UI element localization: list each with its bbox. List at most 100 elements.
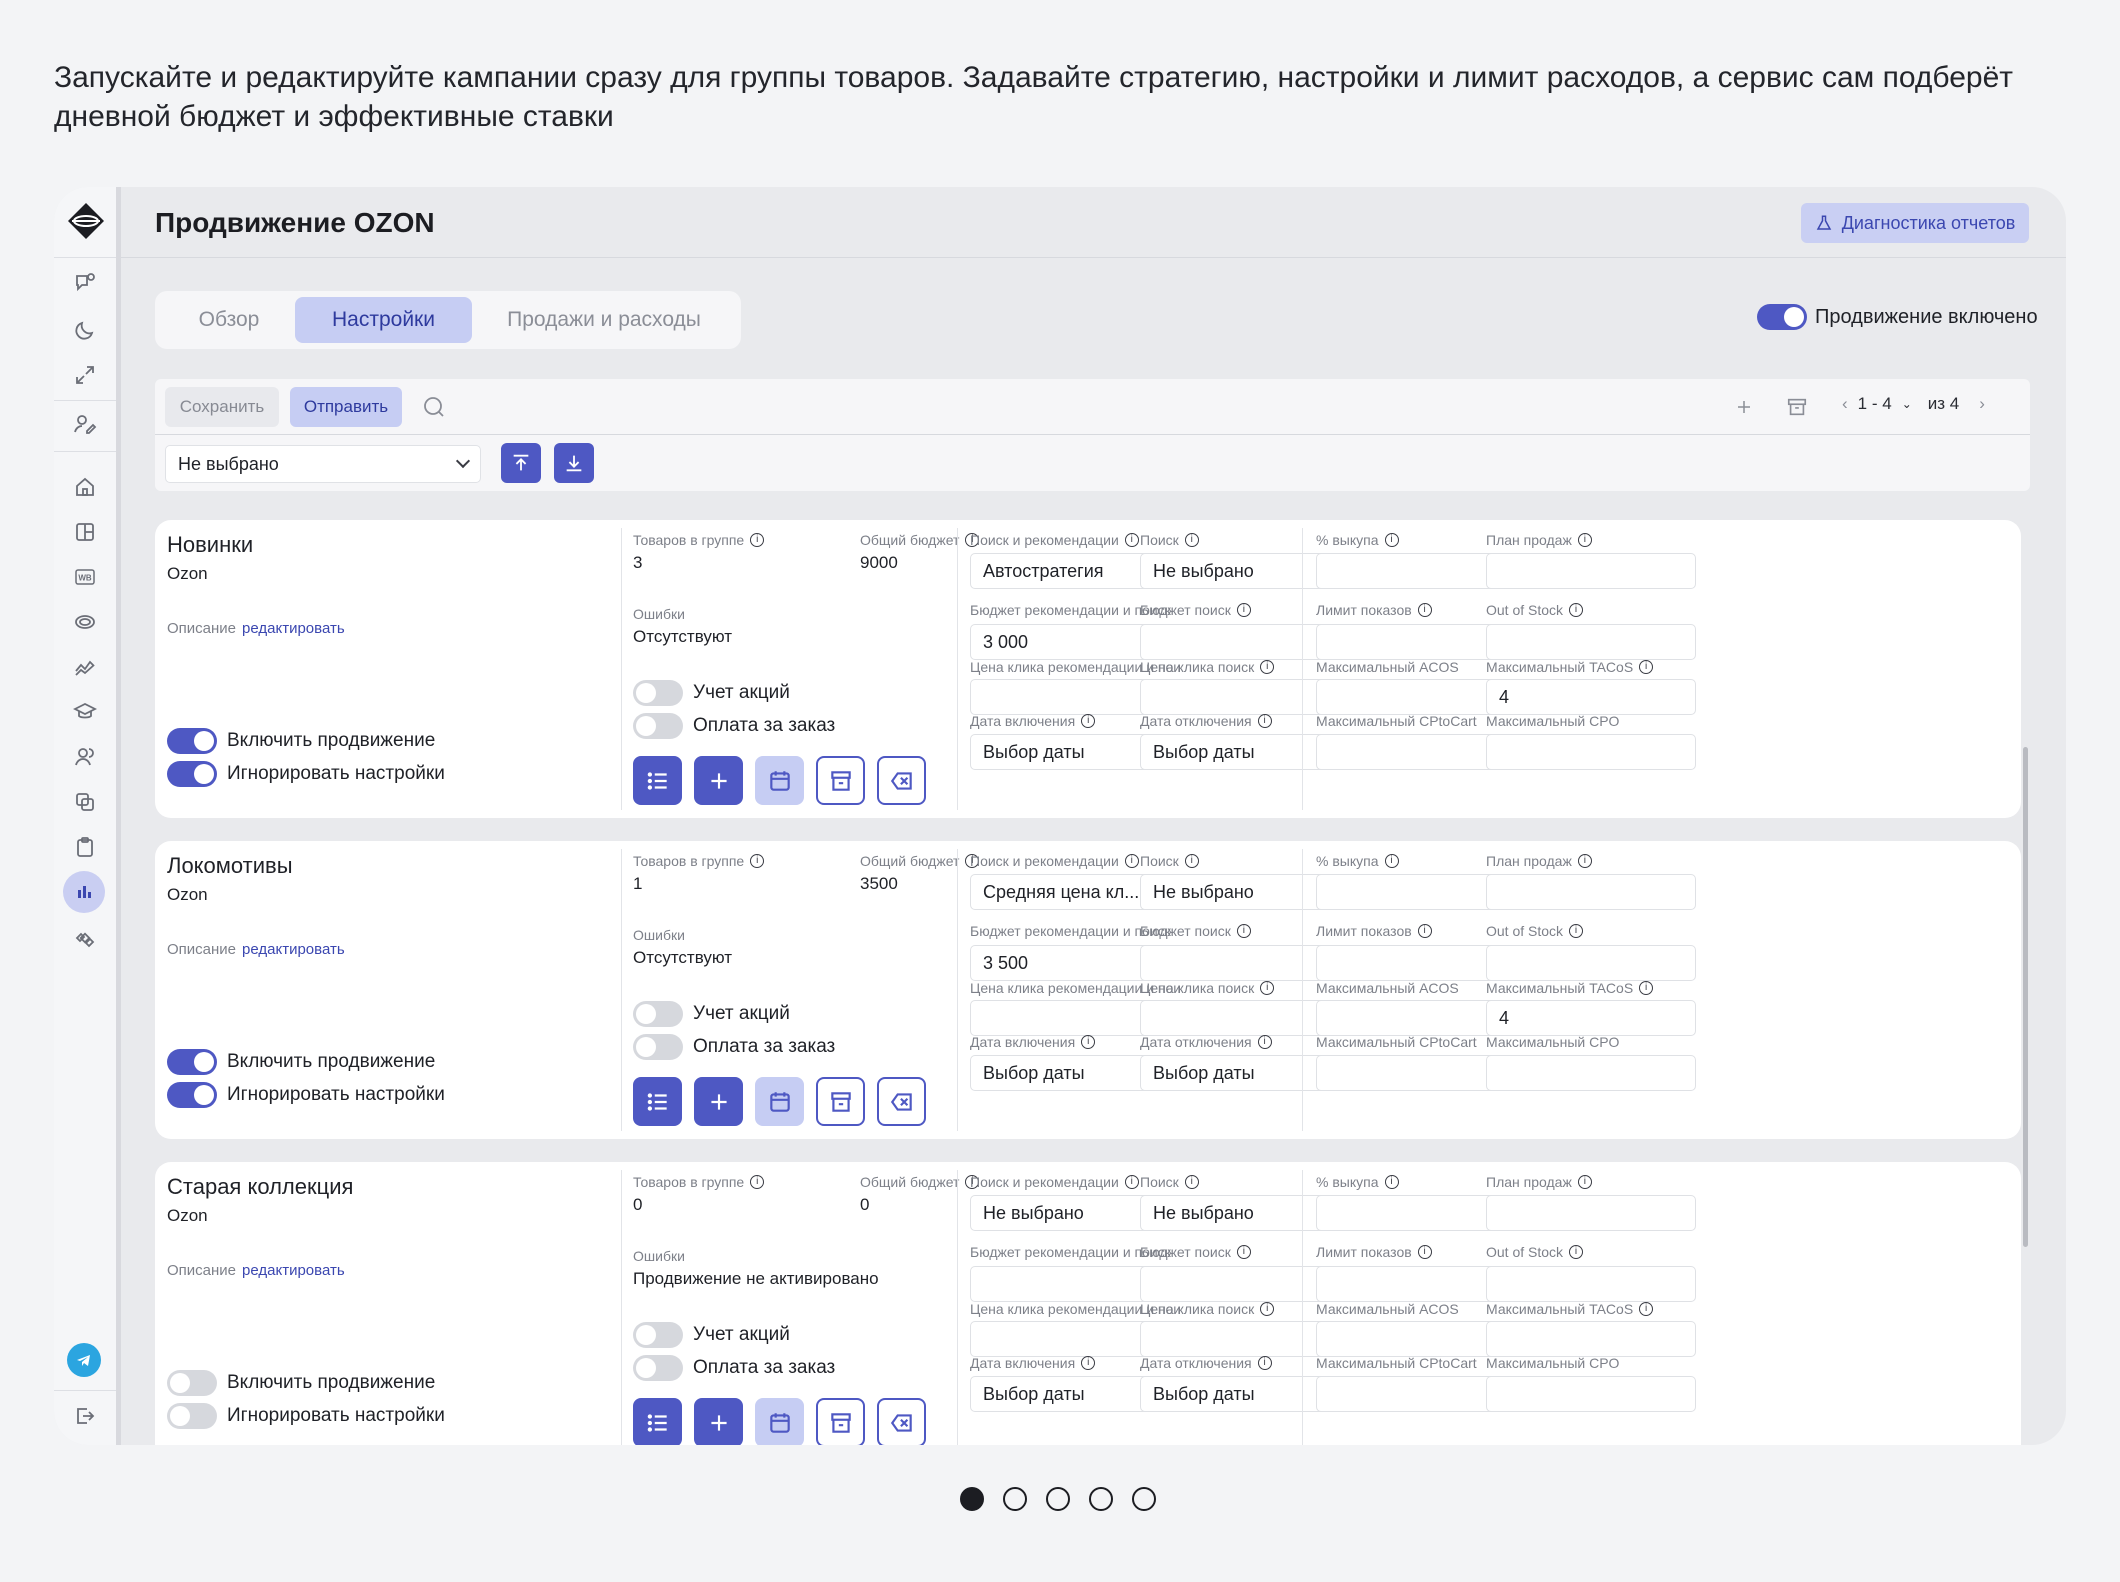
out-of-stock-input[interactable] [1486, 945, 1696, 981]
user-edit-icon[interactable] [70, 409, 100, 439]
calendar-button[interactable] [755, 1077, 804, 1126]
logout-icon[interactable] [70, 1401, 100, 1431]
list-button[interactable] [633, 1077, 682, 1126]
pay-per-order-switch[interactable] [633, 713, 683, 739]
info-icon[interactable]: i [1124, 533, 1139, 547]
info-icon[interactable]: i [1260, 660, 1275, 674]
copy-icon[interactable] [70, 787, 100, 817]
info-icon[interactable]: i [750, 533, 765, 547]
ignore-settings-toggle[interactable]: Игнорировать настройки [167, 1403, 445, 1429]
info-icon[interactable]: i [1577, 533, 1592, 547]
tab-overview[interactable]: Обзор [167, 297, 291, 343]
enable-promo-toggle[interactable]: Включить продвижение [167, 1049, 435, 1075]
info-icon[interactable]: i [1639, 1302, 1654, 1316]
pager-dropdown-icon[interactable]: ⌄ [1902, 397, 1912, 411]
max-cpo-input[interactable] [1486, 734, 1696, 770]
sales-plan-input[interactable] [1486, 874, 1696, 910]
list-button[interactable] [633, 1398, 682, 1445]
edit-description-link[interactable]: редактировать [242, 1262, 345, 1279]
search-icon[interactable] [419, 392, 449, 422]
analytics-icon[interactable] [70, 652, 100, 682]
send-button[interactable]: Отправить [290, 387, 402, 427]
carousel-dot[interactable] [1089, 1487, 1113, 1511]
upload-button[interactable] [501, 443, 541, 483]
pay-per-order-toggle[interactable]: Оплата за заказ [633, 1355, 835, 1381]
info-icon[interactable]: i [750, 854, 765, 868]
info-icon[interactable]: i [1569, 1245, 1584, 1259]
info-icon[interactable]: i [1577, 1175, 1592, 1189]
promo-enabled-toggle[interactable]: Продвижение включено [1757, 304, 2038, 330]
info-icon[interactable]: i [1081, 1356, 1096, 1370]
scrollbar[interactable] [2023, 747, 2028, 1247]
calendar-button[interactable] [755, 756, 804, 805]
carousel-dot[interactable] [1132, 1487, 1156, 1511]
pay-per-order-switch[interactable] [633, 1355, 683, 1381]
edit-description-link[interactable]: редактировать [242, 941, 345, 958]
ignore-settings-toggle[interactable]: Игнорировать настройки [167, 761, 445, 787]
telegram-icon[interactable] [67, 1343, 101, 1377]
info-icon[interactable]: i [750, 1175, 765, 1189]
info-icon[interactable]: i [1417, 924, 1432, 938]
edit-description-link[interactable]: редактировать [242, 620, 345, 637]
users-icon[interactable] [70, 742, 100, 772]
info-icon[interactable]: i [1184, 1175, 1199, 1189]
add-button[interactable] [694, 756, 743, 805]
clipboard-icon[interactable] [70, 832, 100, 862]
info-icon[interactable]: i [1081, 714, 1096, 728]
info-icon[interactable]: i [1184, 854, 1199, 868]
wb-icon[interactable]: WB [70, 562, 100, 592]
info-icon[interactable]: i [1569, 924, 1584, 938]
max-tacos-input[interactable]: 4 [1486, 679, 1696, 715]
promo-accounting-toggle[interactable]: Учет акций [633, 1322, 790, 1348]
archive-button[interactable] [816, 756, 865, 805]
info-icon[interactable]: i [1257, 1356, 1272, 1370]
info-icon[interactable]: i [1384, 533, 1399, 547]
archive-icon[interactable] [1782, 392, 1812, 422]
pay-per-order-toggle[interactable]: Оплата за заказ [633, 713, 835, 739]
promo-accounting-toggle[interactable]: Учет акций [633, 1001, 790, 1027]
moon-icon[interactable] [70, 315, 100, 345]
add-icon[interactable] [1729, 392, 1759, 422]
info-icon[interactable]: i [1184, 533, 1199, 547]
tab-settings[interactable]: Настройки [295, 297, 472, 343]
archive-button[interactable] [816, 1077, 865, 1126]
ozon-icon[interactable] [70, 607, 100, 637]
info-icon[interactable]: i [1384, 854, 1399, 868]
out-of-stock-input[interactable] [1486, 1266, 1696, 1302]
download-button[interactable] [554, 443, 594, 483]
enable-promo-switch[interactable] [167, 1370, 217, 1396]
enable-promo-toggle[interactable]: Включить продвижение [167, 1370, 435, 1396]
max-tacos-input[interactable] [1486, 1321, 1696, 1357]
home-icon[interactable] [70, 472, 100, 502]
info-icon[interactable]: i [1257, 714, 1272, 728]
max-cpo-input[interactable] [1486, 1055, 1696, 1091]
info-icon[interactable]: i [1257, 1035, 1272, 1049]
ignore-settings-switch[interactable] [167, 761, 217, 787]
info-icon[interactable]: i [1639, 981, 1654, 995]
carousel-dot[interactable] [960, 1487, 984, 1511]
ignore-settings-toggle[interactable]: Игнорировать настройки [167, 1082, 445, 1108]
education-icon[interactable] [70, 697, 100, 727]
info-icon[interactable]: i [1081, 1035, 1096, 1049]
pager-range[interactable]: 1 - 4 [1858, 394, 1892, 414]
max-tacos-input[interactable]: 4 [1486, 1000, 1696, 1036]
archive-button[interactable] [816, 1398, 865, 1445]
promo-accounting-toggle[interactable]: Учет акций [633, 680, 790, 706]
enable-promo-switch[interactable] [167, 1049, 217, 1075]
info-icon[interactable]: i [1384, 1175, 1399, 1189]
chat-icon[interactable] [70, 268, 100, 298]
info-icon[interactable]: i [1236, 603, 1251, 617]
carousel-dot[interactable] [1046, 1487, 1070, 1511]
add-button[interactable] [694, 1398, 743, 1445]
info-icon[interactable]: i [1569, 603, 1584, 617]
info-icon[interactable]: i [1124, 854, 1139, 868]
enable-promo-switch[interactable] [167, 728, 217, 754]
promo-accounting-switch[interactable] [633, 1001, 683, 1027]
prev-page-icon[interactable]: ‹ [1842, 394, 1848, 414]
info-icon[interactable]: i [1260, 1302, 1275, 1316]
group-filter-select[interactable]: Не выбрано [165, 445, 481, 483]
pay-per-order-switch[interactable] [633, 1034, 683, 1060]
chart-icon[interactable] [63, 871, 105, 913]
ignore-settings-switch[interactable] [167, 1403, 217, 1429]
calendar-button[interactable] [755, 1398, 804, 1445]
